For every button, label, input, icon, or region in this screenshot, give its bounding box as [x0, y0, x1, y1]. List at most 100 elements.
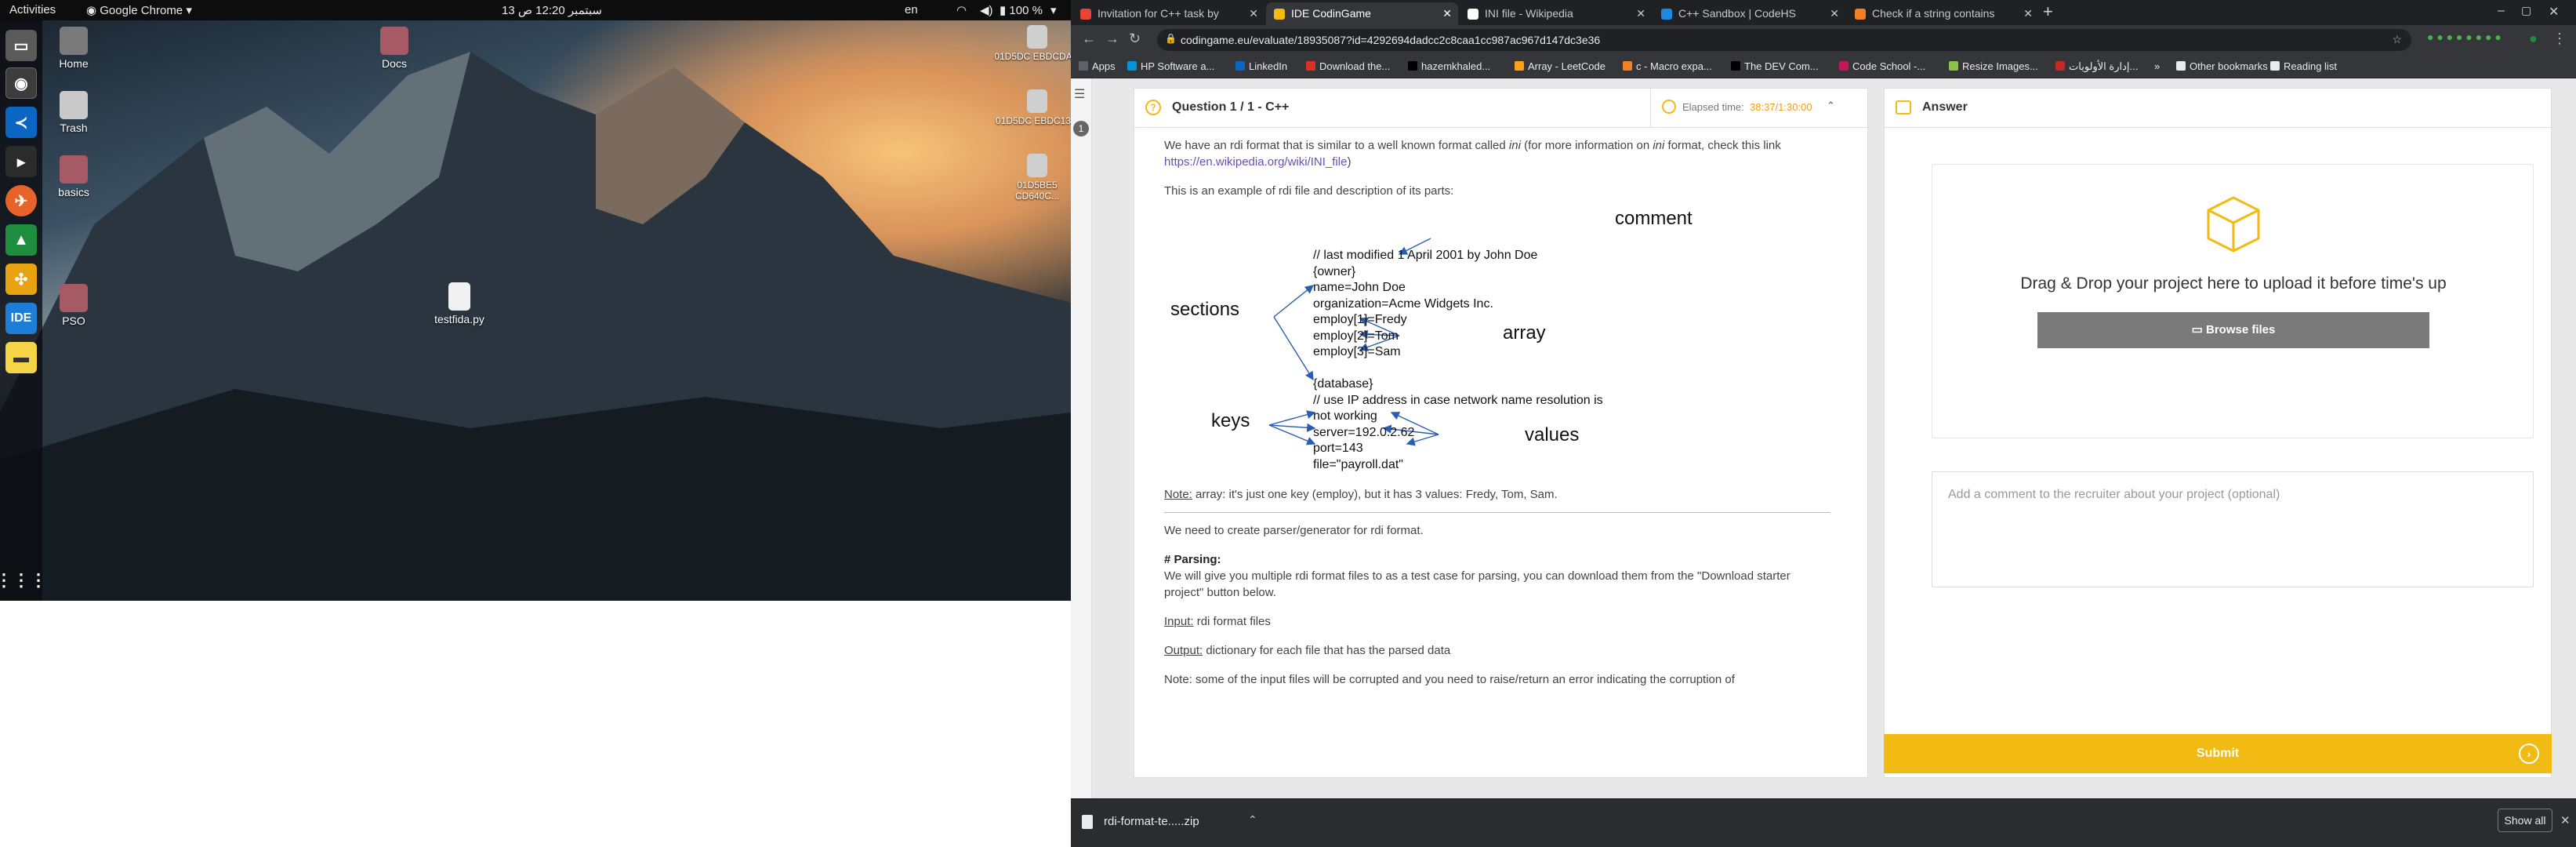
zip-file-icon: [1082, 815, 1093, 829]
app-menu[interactable]: ◉ Google Chrome ▾: [86, 3, 192, 17]
desktop-item-drive-3[interactable]: 01D5BE5 CD640C...: [994, 154, 1071, 202]
example-line: // use IP address in case network name r…: [1313, 393, 1603, 407]
tab-ide-codingame[interactable]: IDE CodinGame ✕: [1266, 2, 1458, 25]
desktop-item-pso[interactable]: PSO: [31, 284, 117, 327]
bookmarks-overflow-icon[interactable]: »: [2154, 60, 2160, 72]
drive-icon: [1027, 25, 1047, 49]
forward-icon[interactable]: →: [1105, 31, 1119, 47]
desktop-item-trash[interactable]: Trash: [31, 91, 117, 134]
address-bar[interactable]: 🔒 codingame.eu/evaluate/18935087?id=4292…: [1157, 29, 2411, 51]
drive-icon[interactable]: ▲: [5, 224, 37, 256]
tab-stackoverflow[interactable]: Check if a string contains ✕: [1847, 2, 2039, 25]
divider: [1164, 512, 1830, 513]
dropzone-text: Drag & Drop your project here to upload …: [2020, 274, 2447, 293]
minimize-icon[interactable]: –: [2498, 4, 2505, 18]
reload-icon[interactable]: ↻: [1129, 31, 1141, 47]
desktop-item-testfida[interactable]: testfida.py: [416, 282, 503, 325]
system-menu-icon[interactable]: ▾: [1050, 3, 1057, 17]
desktop-item-drive-2[interactable]: 01D5DC EBDC13...: [994, 89, 1071, 126]
linkedin-icon: [1235, 61, 1245, 71]
bookmark-item[interactable]: c - Macro expa...: [1623, 60, 1712, 72]
show-apps-icon[interactable]: ⋮⋮⋮: [0, 565, 47, 596]
files-icon[interactable]: ▭: [5, 30, 37, 61]
chevron-up-icon[interactable]: ⌃: [1827, 100, 1835, 112]
bookmark-apps[interactable]: Apps: [1079, 60, 1116, 72]
wifi-icon[interactable]: ◠: [956, 3, 967, 17]
bookmark-item[interactable]: إدارة الأولويات...: [2055, 60, 2138, 73]
desktop-item-home[interactable]: Home: [31, 27, 117, 70]
example-line: {database}: [1313, 377, 1373, 391]
reading-list[interactable]: Reading list: [2270, 60, 2337, 72]
browse-files-button[interactable]: ▭ Browse files: [2037, 312, 2429, 348]
intro-paragraph: We have an rdi format that is similar to…: [1164, 139, 1781, 169]
menu-icon[interactable]: ☰: [1074, 86, 1085, 102]
upload-dropzone[interactable]: Drag & Drop your project here to upload …: [1932, 164, 2534, 438]
bookmark-item[interactable]: Array - LeetCode: [1515, 60, 1605, 72]
desktop-item-basics[interactable]: basics: [31, 155, 117, 198]
bookmark-item[interactable]: Code School -...: [1839, 60, 1925, 72]
folder-icon: [60, 155, 88, 184]
folder-icon: [60, 27, 88, 55]
input-paragraph: Input: rdi format files: [1164, 615, 1271, 628]
new-tab-button[interactable]: +: [2043, 2, 2053, 22]
close-tab-icon[interactable]: ✕: [1830, 7, 1839, 20]
maximize-icon[interactable]: ▢: [2521, 4, 2531, 17]
close-downloads-icon[interactable]: ✕: [2560, 813, 2571, 827]
app-icon[interactable]: ✣: [5, 264, 37, 295]
show-all-button[interactable]: Show all: [2498, 809, 2552, 832]
close-tab-icon[interactable]: ✕: [1442, 7, 1452, 20]
answer-title: Answer: [1922, 100, 1968, 114]
close-tab-icon[interactable]: ✕: [1249, 7, 1258, 20]
battery-indicator[interactable]: ▮ 100 %: [1000, 3, 1043, 17]
terminal-icon[interactable]: ▸: [5, 146, 37, 177]
language-indicator[interactable]: en: [905, 3, 918, 16]
gmail-icon: [1080, 9, 1091, 20]
notes-icon[interactable]: ▬: [5, 342, 37, 373]
volume-icon[interactable]: ◀): [980, 3, 993, 17]
elapsed-timer[interactable]: Elapsed time: 38:37/1:30:00 ⌃: [1650, 89, 1869, 128]
extension-icons[interactable]: ● ● ● ● ● ● ● ●: [2427, 31, 2502, 43]
activities-button[interactable]: Activities: [9, 3, 56, 16]
question-number-badge[interactable]: 1: [1073, 121, 1089, 136]
bookmark-item[interactable]: Resize Images...: [1949, 60, 2038, 72]
desktop-item-docs[interactable]: Docs: [351, 27, 437, 70]
label-comment: comment: [1615, 208, 1693, 229]
answer-panel: Answer Drag & Drop your project here to …: [1884, 88, 2552, 778]
recruiter-comment-field[interactable]: Add a comment to the recruiter about you…: [1932, 471, 2534, 587]
drive-icon: [1027, 89, 1047, 113]
vscode-icon[interactable]: ≺: [5, 107, 37, 138]
trash-icon: [60, 91, 88, 119]
download-item[interactable]: rdi-format-te.....zip: [1104, 815, 1199, 828]
submit-button[interactable]: Submit ›: [1884, 734, 2552, 773]
back-icon[interactable]: ←: [1082, 31, 1096, 47]
bookmark-item[interactable]: The DEV Com...: [1731, 60, 1819, 72]
close-tab-icon[interactable]: ✕: [1636, 7, 1645, 20]
desktop-item-drive-1[interactable]: 01D5DC EBDCDA...: [994, 25, 1071, 62]
clock[interactable]: 13 سبتمبر 12:20 ص: [502, 3, 602, 17]
ini-wiki-link[interactable]: https://en.wikipedia.org/wiki/INI_file: [1164, 155, 1347, 169]
close-window-icon[interactable]: ✕: [2549, 4, 2559, 20]
tab-codehs[interactable]: C++ Sandbox | CodeHS ✕: [1653, 2, 1845, 25]
tab-invitation[interactable]: Invitation for C++ task by ✕: [1072, 2, 1264, 25]
bookmark-item[interactable]: hazemkhaled...: [1408, 60, 1490, 72]
codehs-icon: [1661, 9, 1672, 20]
chrome-icon[interactable]: ◉: [5, 67, 37, 99]
bookmark-item[interactable]: Download the...: [1306, 60, 1390, 72]
apps-icon: [1079, 61, 1088, 71]
menu-icon[interactable]: ⋮: [2552, 31, 2567, 47]
example-intro: This is an example of rdi file and descr…: [1164, 184, 1454, 198]
close-tab-icon[interactable]: ✕: [2023, 7, 2033, 20]
star-icon[interactable]: ☆: [2392, 33, 2402, 46]
reading-list-icon: [2270, 61, 2280, 71]
bookmark-item[interactable]: LinkedIn: [1235, 60, 1287, 72]
example-line: port=143: [1313, 442, 1363, 455]
chevron-up-icon[interactable]: ⌃: [1248, 813, 1257, 827]
bookmark-item[interactable]: HP Software a...: [1127, 60, 1214, 72]
postman-icon[interactable]: ✈: [5, 185, 37, 216]
other-bookmarks[interactable]: Other bookmarks: [2176, 60, 2268, 72]
profile-avatar[interactable]: ●: [2529, 31, 2538, 47]
ide-icon[interactable]: IDE: [5, 303, 37, 334]
example-line: employ[3]=Sam: [1313, 345, 1401, 358]
question-panel: ? Question 1 / 1 - C++ Elapsed time: 38:…: [1134, 88, 1932, 778]
tab-ini-wikipedia[interactable]: INI file - Wikipedia ✕: [1460, 2, 1652, 25]
